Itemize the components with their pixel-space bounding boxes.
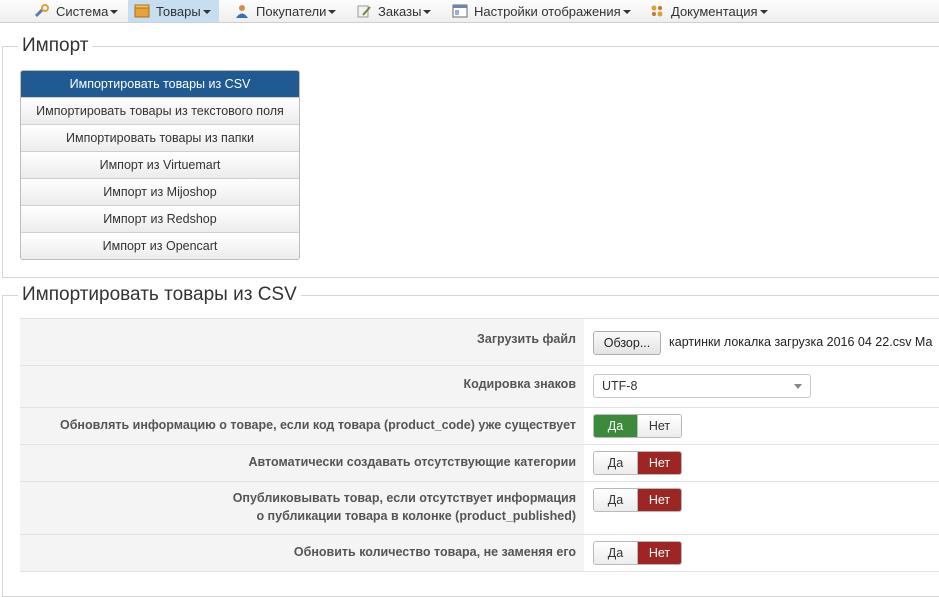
encoding-value: UTF-8 (602, 379, 638, 393)
publish-no-button[interactable]: Нет (638, 489, 681, 511)
quantity-yes-button[interactable]: Да (594, 542, 637, 564)
encoding-select[interactable]: UTF-8 (593, 374, 811, 398)
gear-cluster-icon (649, 4, 665, 18)
csv-import-form: Загрузить файл Обзор... картинки локалка… (20, 318, 939, 572)
autocat-toggle: Да Нет (593, 451, 682, 475)
quantity-no-button[interactable]: Нет (638, 542, 681, 564)
quantity-row: Обновить количество товара, не заменяя е… (20, 534, 939, 572)
menu-sistema[interactable]: Система (28, 0, 126, 22)
import-item-opencart[interactable]: Импорт из Opencart (21, 232, 299, 259)
chevron-down-icon (622, 10, 631, 14)
chevron-down-icon (110, 10, 119, 14)
publish-label-line2: о публикации товара в колонке (product_p… (256, 509, 576, 523)
update-yes-button[interactable]: Да (594, 415, 637, 437)
menu-label: Система (56, 3, 109, 19)
import-item-csv[interactable]: Импортировать товары из CSV (21, 71, 299, 97)
import-item-textfield[interactable]: Импортировать товары из текстового поля (21, 97, 299, 124)
menu-zakazy[interactable]: Заказы (350, 0, 439, 22)
publish-row: Опубликовывать товар, если отсутствует и… (20, 481, 939, 534)
chevron-down-icon (794, 384, 802, 389)
update-toggle: Да Нет (593, 414, 682, 438)
update-label: Обновлять информацию о товаре, если код … (59, 418, 576, 432)
box-icon (134, 4, 150, 18)
window-icon (452, 4, 468, 18)
upload-label: Загрузить файл (477, 332, 576, 346)
update-no-button[interactable]: Нет (638, 415, 681, 437)
autocat-yes-button[interactable]: Да (594, 452, 637, 474)
menu-label: Товары (156, 3, 201, 19)
quantity-label: Обновить количество товара, не заменяя е… (293, 545, 576, 559)
import-item-mijoshop[interactable]: Импорт из Mijoshop (21, 178, 299, 205)
autocat-no-button[interactable]: Нет (638, 452, 681, 474)
import-item-virtuemart[interactable]: Импорт из Virtuemart (21, 151, 299, 178)
autocat-label: Автоматически создавать отсутствующие ка… (248, 455, 576, 469)
menu-label: Покупатели (256, 3, 327, 19)
publish-toggle: Да Нет (593, 488, 682, 512)
chevron-down-icon (759, 10, 768, 14)
browse-button[interactable]: Обзор... (593, 331, 661, 355)
menu-label: Заказы (378, 3, 422, 19)
update-row: Обновлять информацию о товаре, если код … (20, 407, 939, 444)
csv-section-title: Импортировать товары из CSV (18, 283, 301, 307)
encoding-label: Кодировка знаков (463, 377, 576, 391)
upload-row: Загрузить файл Обзор... картинки локалка… (20, 318, 939, 365)
import-source-list: Импортировать товары из CSV Импортироват… (20, 70, 300, 260)
menu-nastroiki[interactable]: Настройки отображения (446, 0, 639, 22)
menu-pokupateli[interactable]: Покупатели (228, 0, 344, 22)
import-section-title: Импорт (18, 34, 93, 58)
user-icon (234, 4, 250, 18)
menu-tovary[interactable]: Товары (128, 0, 219, 22)
menu-label: Документация (671, 3, 758, 19)
publish-label-line1: Опубликовывать товар, если отсутствует и… (232, 491, 576, 505)
quantity-toggle: Да Нет (593, 541, 682, 565)
top-menu-bar: Система Товары Покупатели Заказы Настрой… (0, 0, 939, 23)
encoding-row: Кодировка знаков UTF-8 (20, 365, 939, 407)
selected-file-name: картинки локалка загрузка 2016 04 22.csv… (669, 335, 933, 349)
autocat-row: Автоматически создавать отсутствующие ка… (20, 444, 939, 481)
import-item-redshop[interactable]: Импорт из Redshop (21, 205, 299, 232)
chevron-down-icon (202, 10, 211, 14)
chevron-down-icon (423, 10, 432, 14)
chevron-down-icon (328, 10, 337, 14)
import-item-folder[interactable]: Импортировать товары из папки (21, 124, 299, 151)
menu-dokumentatsiya[interactable]: Документация (643, 0, 776, 22)
publish-yes-button[interactable]: Да (594, 489, 637, 511)
pencil-paper-icon (356, 4, 372, 18)
wrench-icon (34, 4, 50, 18)
menu-label: Настройки отображения (474, 3, 621, 19)
